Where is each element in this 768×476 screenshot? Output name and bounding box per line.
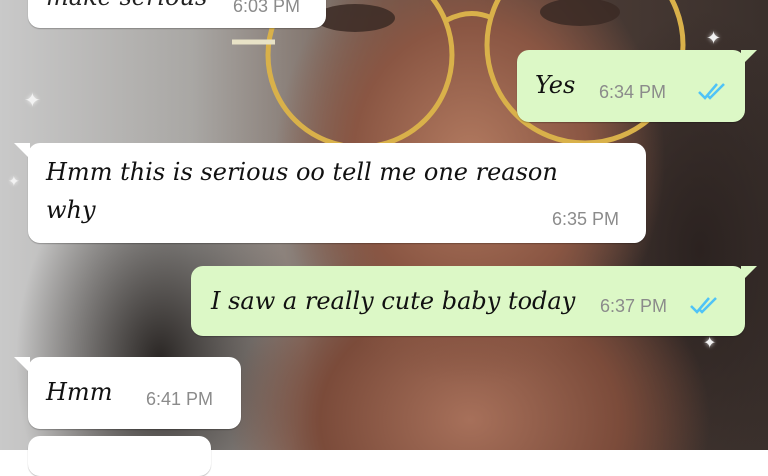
bubble-tail	[14, 357, 30, 373]
message-time: 6:34 PM	[599, 82, 667, 102]
message-text: why	[46, 196, 96, 224]
message-bubble-incoming[interactable]: Hmm 6:41 PM	[14, 357, 241, 429]
bubble-tail	[741, 266, 757, 282]
message-text: Hmm	[46, 378, 113, 406]
message-text: I saw a really cute baby today	[211, 287, 576, 315]
message-text: Hmm this is serious oo tell me one reaso…	[46, 158, 558, 186]
bubble-tail	[14, 143, 30, 159]
sparkle-icon: ✦	[8, 174, 20, 190]
message-bubble-outgoing[interactable]: I saw a really cute baby today 6:37 PM	[191, 266, 757, 336]
message-bubble-incoming[interactable]	[28, 436, 211, 476]
message-time: 6:41 PM	[146, 389, 214, 409]
bubble-tail	[741, 50, 757, 66]
message-text: make serious	[46, 0, 207, 15]
message-time: 6:35 PM	[552, 209, 620, 229]
sparkle-icon: ✦	[706, 28, 722, 49]
double-check-icon	[698, 83, 725, 100]
message-bubble-incoming[interactable]: make serious 6:03 PM	[28, 0, 326, 28]
message-time: 6:03 PM	[233, 0, 301, 16]
message-text: Yes	[535, 71, 576, 99]
message-bubble-outgoing[interactable]: Yes 6:34 PM	[517, 50, 757, 122]
message-bubble-incoming[interactable]: Hmm this is serious oo tell me one reaso…	[14, 143, 646, 243]
message-time: 6:37 PM	[600, 296, 668, 316]
double-check-icon	[690, 297, 717, 314]
sparkle-icon: ✦	[24, 88, 41, 112]
